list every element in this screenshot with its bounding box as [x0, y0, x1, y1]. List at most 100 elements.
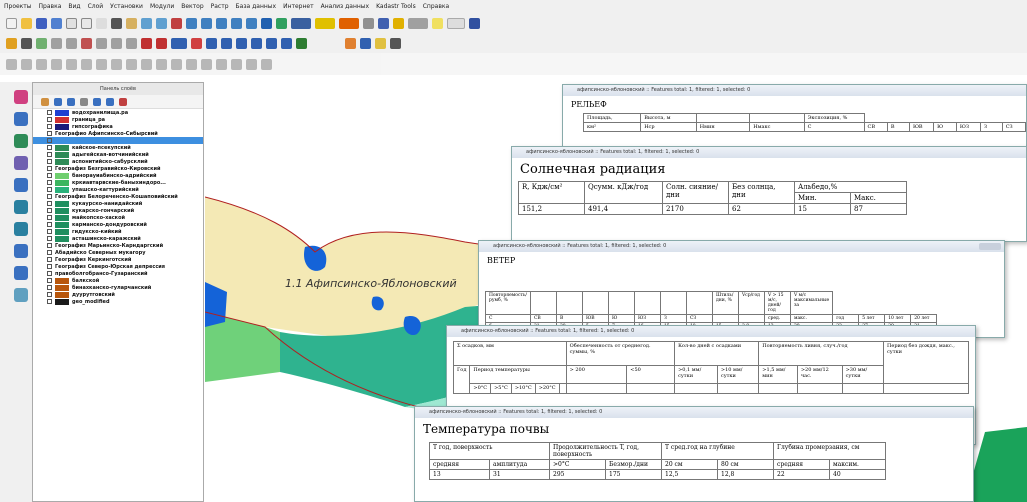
undo-icon[interactable]	[141, 37, 152, 49]
layer-visibility-checkbox[interactable]	[47, 243, 52, 248]
window-solar-titlebar[interactable]: афипсинско-яблоновский :: Features total…	[512, 147, 1026, 158]
layer-item[interactable]: банорауиабинско-адрийский	[33, 172, 203, 179]
trim-extend-icon[interactable]	[231, 58, 242, 70]
zoom-layer-icon[interactable]	[201, 17, 212, 29]
remove-layer-icon[interactable]	[119, 97, 127, 106]
menu-item[interactable]: Проекты	[4, 3, 32, 10]
split-features-icon[interactable]	[156, 58, 167, 70]
python-icon[interactable]	[345, 37, 356, 49]
new-project-icon[interactable]	[6, 17, 17, 29]
menu-item[interactable]: База данных	[236, 3, 277, 10]
layer-item[interactable]: Географиз Северо-Юрская депрессия	[33, 263, 203, 270]
open-styling-icon[interactable]	[41, 97, 49, 106]
save-edits-icon[interactable]	[36, 37, 47, 49]
label-pin-icon[interactable]	[191, 37, 202, 49]
layer-item[interactable]: Абадийско Северных мукагору	[33, 249, 203, 256]
layout-manager-icon[interactable]	[81, 17, 92, 29]
add-csv-icon[interactable]	[13, 266, 28, 280]
select-by-value-icon[interactable]	[339, 17, 359, 29]
layer-item[interactable]: граница_ра	[33, 116, 203, 123]
zoom-full-icon[interactable]	[171, 17, 182, 29]
new-map-view-icon[interactable]	[261, 17, 272, 29]
rotate-point-icon[interactable]	[216, 58, 227, 70]
label-icon[interactable]	[171, 37, 187, 49]
georef-icon[interactable]	[375, 37, 386, 49]
add-feature-icon[interactable]	[51, 37, 62, 49]
layer-visibility-checkbox[interactable]	[47, 222, 52, 227]
add-wms-icon[interactable]	[13, 200, 28, 214]
save-project-icon[interactable]	[36, 17, 47, 29]
attribute-table-icon[interactable]	[378, 17, 389, 29]
layer-item[interactable]: Географиз Безгравийско-Кировский	[33, 165, 203, 172]
rotate-feature-icon[interactable]	[21, 58, 32, 70]
add-virtual-icon[interactable]	[13, 288, 28, 302]
add-postgis-icon[interactable]	[13, 156, 28, 170]
layer-item[interactable]: упашско-кагтурийский	[33, 186, 203, 193]
copy-features-icon[interactable]	[111, 37, 122, 49]
help-icon[interactable]	[469, 17, 480, 29]
menu-item[interactable]: Вектор	[181, 3, 203, 10]
collapse-all-icon[interactable]	[106, 97, 114, 106]
layer-item[interactable]: правоболгобрансо-Гузаранский	[33, 270, 203, 277]
label-rotate-icon[interactable]	[236, 37, 247, 49]
layer-item[interactable]: аспонитийско-сабурсклий	[33, 158, 203, 165]
paste-features-icon[interactable]	[126, 37, 137, 49]
layer-visibility-checkbox[interactable]	[47, 145, 52, 150]
processing-icon[interactable]	[360, 37, 371, 49]
layer-visibility-checkbox[interactable]	[47, 236, 52, 241]
layer-item[interactable]: гипсографика	[33, 123, 203, 130]
layer-item[interactable]: Географиз Белореченско-Кошаповийский	[33, 193, 203, 200]
layer-visibility-checkbox[interactable]	[47, 124, 52, 129]
layer-item[interactable]: асташинско-каражский	[33, 235, 203, 242]
layer-item[interactable]: geo_modified	[33, 298, 203, 305]
add-part-icon[interactable]	[66, 58, 77, 70]
menu-item[interactable]: Kadastr Tools	[376, 3, 416, 10]
label-change-icon[interactable]	[266, 37, 277, 49]
window-wind[interactable]: афипсинско-яблоновский :: Features total…	[478, 240, 1005, 338]
layer-item[interactable]: балкской	[33, 277, 203, 284]
menu-item[interactable]: Вид	[68, 3, 80, 10]
layer-item[interactable]: кукарско-гончарский	[33, 207, 203, 214]
label-move-icon[interactable]	[221, 37, 232, 49]
layer-item[interactable]: гидукско-кийкий	[33, 228, 203, 235]
redo-icon[interactable]	[156, 37, 167, 49]
reshape-icon[interactable]	[126, 58, 137, 70]
menu-item[interactable]: Интернет	[283, 3, 314, 10]
window-soil-titlebar[interactable]: афипсинско-яблоновский :: Features total…	[415, 407, 973, 418]
menu-item[interactable]: Слой	[88, 3, 104, 10]
layer-visibility-checkbox[interactable]	[47, 250, 52, 255]
layer-visibility-checkbox[interactable]	[47, 292, 52, 297]
vertex-tool-icon[interactable]	[66, 37, 77, 49]
merge-features-icon[interactable]	[186, 58, 197, 70]
add-spatialite-icon[interactable]	[13, 178, 28, 192]
zoom-out-icon[interactable]	[156, 17, 167, 29]
delete-part-icon[interactable]	[111, 58, 122, 70]
select-features-icon[interactable]	[315, 17, 335, 29]
layer-item[interactable]: карманско-дондуровский	[33, 221, 203, 228]
label-show-icon[interactable]	[206, 37, 217, 49]
pan-icon[interactable]	[111, 17, 122, 29]
layer-item[interactable]	[33, 137, 203, 144]
grass-icon[interactable]	[390, 37, 401, 49]
layer-visibility-checkbox[interactable]	[47, 187, 52, 192]
refresh-icon[interactable]	[276, 17, 287, 29]
manage-visibility-icon[interactable]	[67, 97, 75, 106]
layer-visibility-checkbox[interactable]	[47, 173, 52, 178]
layer-item[interactable]: адыгейская-вотчинийский	[33, 151, 203, 158]
label-properties-icon[interactable]	[251, 37, 262, 49]
layer-item[interactable]: Географиз Марьинско-Карндаргский	[33, 242, 203, 249]
layer-visibility-checkbox[interactable]	[47, 117, 52, 122]
menu-item[interactable]: Растр	[211, 3, 229, 10]
cut-features-icon[interactable]	[96, 37, 107, 49]
layer-item[interactable]: кркиавтарвские-баныхиндоро...	[33, 179, 203, 186]
snapping-icon[interactable]	[246, 58, 257, 70]
edit-pencil-icon[interactable]	[6, 37, 17, 49]
filter-legend-icon[interactable]	[80, 97, 88, 106]
topology-icon[interactable]	[261, 58, 272, 70]
merge-attributes-icon[interactable]	[201, 58, 212, 70]
advanced-digitize-icon[interactable]	[6, 58, 17, 70]
layer-visibility-checkbox[interactable]	[47, 208, 52, 213]
add-wfs-icon[interactable]	[13, 222, 28, 236]
layer-visibility-checkbox[interactable]	[47, 229, 52, 234]
layer-visibility-checkbox[interactable]	[47, 152, 52, 157]
